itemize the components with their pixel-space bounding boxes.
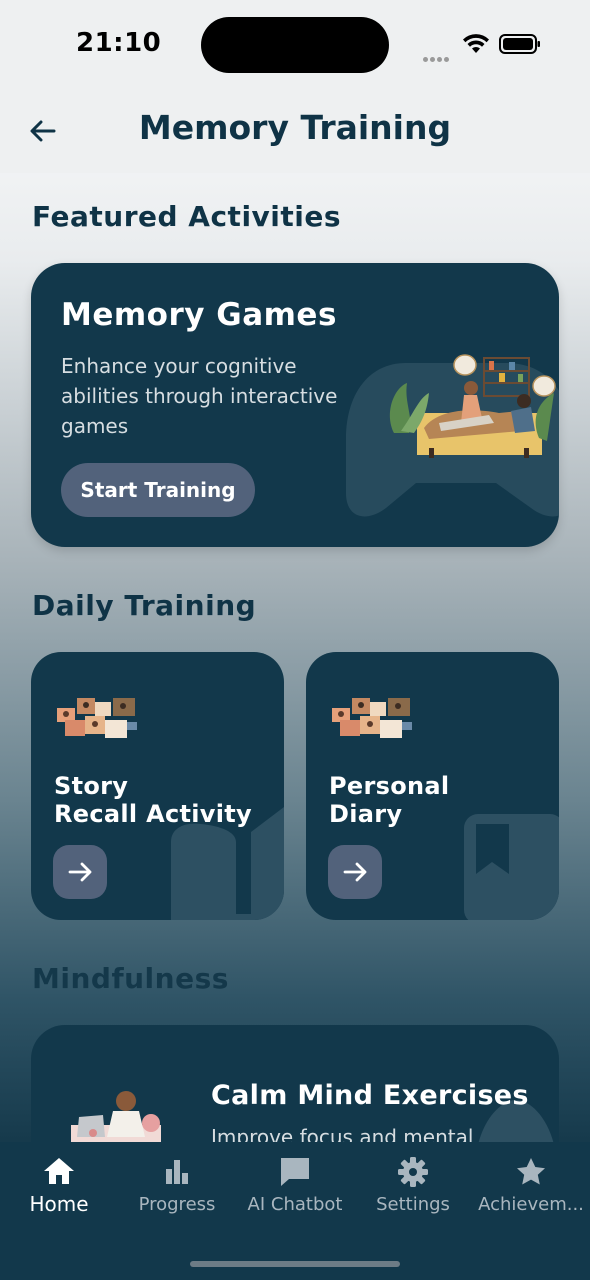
- star-icon: [517, 1158, 545, 1185]
- memory-games-title: Memory Games: [61, 297, 337, 333]
- battery-icon: [499, 34, 540, 54]
- tab-home[interactable]: Home: [0, 1142, 118, 1242]
- tab-home-label: Home: [29, 1192, 89, 1216]
- personal-diary-arrow-button[interactable]: [328, 845, 382, 899]
- story-recall-arrow-button[interactable]: [53, 845, 107, 899]
- arrow-right-icon: [343, 862, 367, 882]
- home-icon: [44, 1158, 74, 1184]
- tab-achievements[interactable]: Achievem...: [472, 1142, 590, 1242]
- memory-games-card[interactable]: Memory Games Enhance your cognitive abil…: [31, 263, 559, 547]
- group-collage-thumbnail: [332, 698, 412, 738]
- bookmark-icon: [464, 814, 559, 920]
- wifi-icon: [463, 34, 489, 53]
- personal-diary-title-line2: Diary: [329, 800, 403, 828]
- status-time: 21:10: [76, 28, 162, 58]
- featured-section-title: Featured Activities: [32, 200, 342, 233]
- person-relaxing-illustration: [389, 354, 556, 458]
- story-recall-title-line1: Story: [54, 772, 129, 800]
- tab-progress[interactable]: Progress: [118, 1142, 236, 1242]
- tab-settings-label: Settings: [376, 1194, 450, 1215]
- gear-icon: [398, 1157, 428, 1187]
- bar-chart-icon: [166, 1160, 188, 1184]
- personal-diary-card[interactable]: Personal Diary: [306, 652, 559, 920]
- nav-header: Memory Training: [0, 90, 590, 173]
- start-training-button[interactable]: Start Training: [61, 463, 255, 517]
- page-title: Memory Training: [138, 108, 452, 147]
- group-collage-thumbnail: [57, 698, 137, 738]
- personal-diary-title-line1: Personal: [329, 772, 450, 800]
- meditating-person-illustration: [71, 1091, 161, 1147]
- daily-section-title: Daily Training: [32, 589, 257, 622]
- tab-progress-label: Progress: [138, 1194, 216, 1215]
- calm-mind-title: Calm Mind Exercises: [211, 1080, 529, 1111]
- tab-ai-chatbot[interactable]: AI Chatbot: [236, 1142, 354, 1242]
- story-recall-card[interactable]: Story Recall Activity: [31, 652, 284, 920]
- cellular-signal-icon: [423, 47, 451, 66]
- mindfulness-section-title: Mindfulness: [32, 962, 229, 995]
- home-indicator: [190, 1261, 400, 1267]
- chat-bubble-icon: [281, 1158, 309, 1186]
- memory-games-description: Enhance your cognitive abilities through…: [61, 354, 338, 438]
- tab-ai-chatbot-label: AI Chatbot: [247, 1194, 343, 1215]
- status-bar: 21:10: [0, 0, 590, 90]
- personal-diary-title: Personal Diary: [329, 772, 449, 828]
- arrow-right-icon: [68, 862, 92, 882]
- tab-settings[interactable]: Settings: [354, 1142, 472, 1242]
- tab-achievements-label: Achievem...: [478, 1194, 584, 1215]
- story-recall-title-line2: Recall Activity: [54, 800, 252, 828]
- story-recall-title: Story Recall Activity: [54, 772, 252, 828]
- dynamic-island: [201, 17, 389, 73]
- bottom-tab-bar: Home Progress AI Chatbot Settings Achiev…: [0, 1142, 590, 1280]
